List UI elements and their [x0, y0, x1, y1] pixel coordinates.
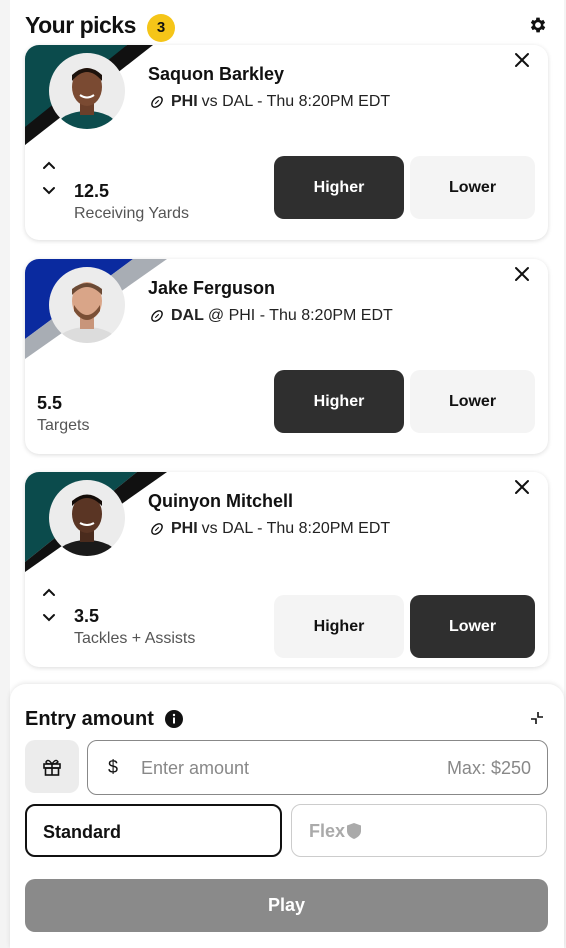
stat-type: Targets: [37, 417, 90, 434]
player-name: Saquon Barkley: [148, 64, 285, 84]
close-icon[interactable]: [514, 479, 530, 495]
football-icon: [151, 310, 163, 322]
player-name: Jake Ferguson: [148, 278, 276, 298]
player-name: Quinyon Mitchell: [148, 491, 294, 511]
currency-symbol: $: [108, 757, 119, 777]
pick-card: Quinyon Mitchell PHI vs DAL - Thu 8:20PM…: [25, 472, 548, 667]
toggle-stat-arrows-icon[interactable]: [41, 585, 57, 625]
higher-button[interactable]: Higher: [274, 595, 404, 658]
pick-card: Saquon Barkley PHI vs DAL - Thu 8:20PM E…: [25, 45, 548, 240]
picks-header: Your picks 3: [25, 10, 555, 46]
player-team: PHI: [171, 93, 198, 110]
max-amount: Max: $250: [446, 758, 531, 778]
lower-button[interactable]: Lower: [410, 370, 535, 433]
entry-amount-title: Entry amount: [25, 708, 154, 730]
info-icon[interactable]: [165, 710, 183, 728]
shield-icon: [347, 823, 361, 839]
collapse-icon[interactable]: [530, 711, 544, 725]
game-details: vs DAL - Thu 8:20PM EDT: [201, 520, 391, 537]
player-avatar: [49, 480, 125, 556]
flex-label: Flex: [309, 821, 346, 841]
game-info: DAL @ PHI - Thu 8:20PM EDT: [150, 307, 393, 325]
projection-value: 5.5: [37, 393, 63, 413]
game-details: @ PHI - Thu 8:20PM EDT: [207, 307, 393, 324]
entry-amount-sheet: Entry amount $ Enter amount Max: $250 St…: [10, 684, 564, 948]
close-icon[interactable]: [514, 52, 530, 68]
player-avatar: [49, 53, 125, 129]
standard-label: Standard: [43, 822, 122, 842]
lower-button[interactable]: Lower: [410, 156, 535, 219]
pick-card: Jake Ferguson DAL @ PHI - Thu 8:20PM EDT…: [25, 259, 548, 454]
projection-value: 12.5: [74, 181, 110, 201]
higher-button[interactable]: Higher: [274, 156, 404, 219]
stat-type: Receiving Yards: [74, 205, 190, 222]
game-info: PHI vs DAL - Thu 8:20PM EDT: [150, 520, 390, 538]
game-info: PHI vs DAL - Thu 8:20PM EDT: [150, 93, 390, 111]
game-details: vs DAL - Thu 8:20PM EDT: [201, 93, 391, 110]
flex-option[interactable]: Flex: [291, 804, 547, 857]
player-team: PHI: [171, 520, 198, 537]
close-icon[interactable]: [514, 266, 530, 282]
promo-gift-button[interactable]: [25, 740, 79, 793]
football-icon: [151, 523, 163, 535]
toggle-stat-arrows-icon[interactable]: [41, 158, 57, 198]
stat-type: Tackles + Assists: [74, 630, 196, 647]
football-icon: [151, 96, 163, 108]
amount-placeholder: Enter amount: [141, 758, 250, 778]
higher-button[interactable]: Higher: [274, 370, 404, 433]
page-title: Your picks: [25, 12, 136, 38]
play-button[interactable]: Play: [25, 879, 548, 932]
player-avatar: [49, 267, 125, 343]
picks-count-badge: 3: [147, 14, 175, 42]
projection-value: 3.5: [74, 606, 100, 626]
entry-amount-input[interactable]: $ Enter amount Max: $250: [87, 740, 548, 795]
lower-button[interactable]: Lower: [410, 595, 535, 658]
gear-icon[interactable]: [528, 15, 548, 35]
standard-option[interactable]: Standard: [25, 804, 282, 857]
player-team: DAL: [171, 307, 204, 324]
gift-icon: [43, 759, 61, 776]
